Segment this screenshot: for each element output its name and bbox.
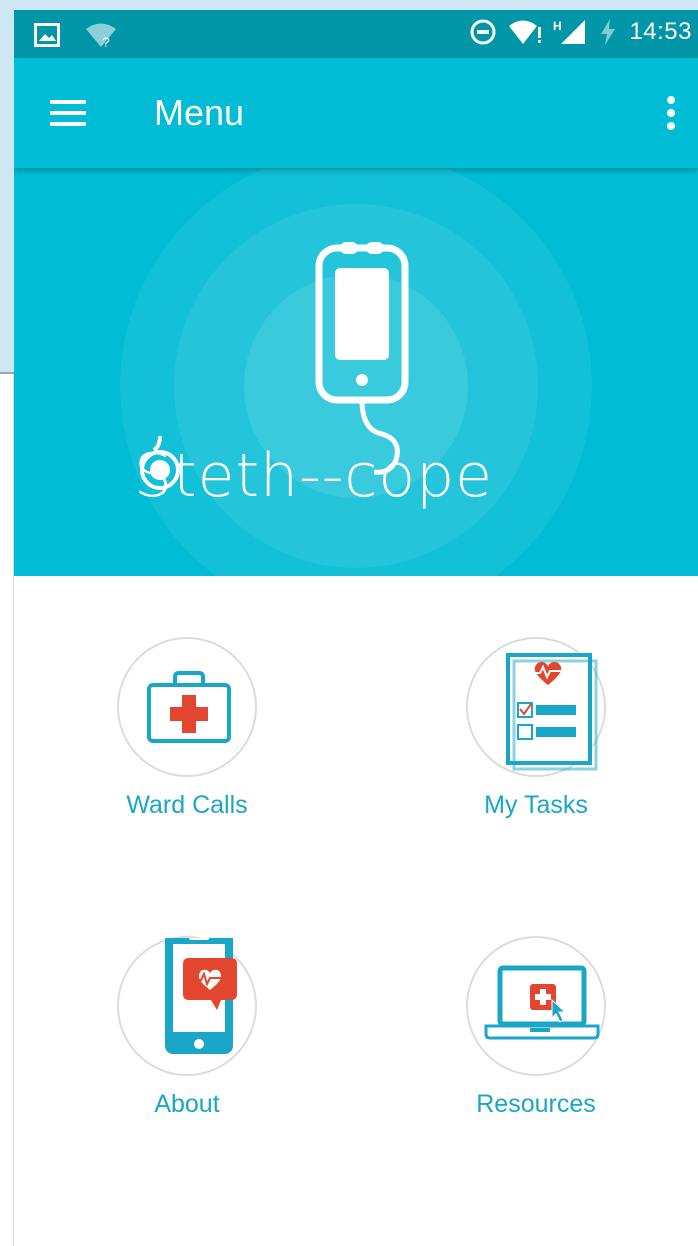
app-window: ? H 14:53 Menu Steth- -cope Ward Calls M… [14, 10, 698, 1246]
app-bar: Menu [14, 58, 698, 168]
page-title: Menu [154, 92, 245, 133]
stethoscope-chestpiece-icon [140, 436, 180, 490]
hero-banner: Steth- -cope [14, 168, 698, 576]
signal-h-icon: H [553, 19, 586, 44]
battery-charging-icon [601, 19, 616, 45]
ward-calls-circle [117, 637, 257, 777]
backdrop-left-panel [0, 374, 14, 1246]
task-checklist-icon [506, 653, 598, 771]
status-time: 14:53 [629, 18, 692, 45]
laptop-medical-icon [484, 965, 600, 1040]
phone-heart-icon [165, 938, 237, 1054]
about-circle [117, 936, 257, 1076]
svg-text:?: ? [102, 34, 110, 48]
ward-calls-label: Ward Calls [126, 791, 248, 819]
overflow-menu-icon[interactable] [666, 96, 676, 130]
my-tasks-circle [466, 637, 606, 777]
my-tasks-button[interactable]: My Tasks [406, 637, 666, 820]
hamburger-menu-icon[interactable] [50, 100, 86, 126]
resources-circle [466, 936, 606, 1076]
logo-text-end: -cope [321, 441, 494, 511]
status-bar: ? H 14:53 [14, 10, 698, 58]
about-button[interactable]: About [57, 936, 317, 1119]
about-label: About [154, 1090, 220, 1118]
ward-calls-button[interactable]: Ward Calls [57, 637, 317, 820]
do-not-disturb-icon [470, 19, 496, 45]
svg-text:H: H [553, 19, 562, 33]
resources-button[interactable]: Resources [406, 936, 666, 1119]
resources-label: Resources [476, 1090, 596, 1118]
first-aid-kit-icon [147, 671, 231, 743]
wifi-unknown-icon: ? [86, 23, 116, 48]
wifi-alert-icon [509, 20, 542, 44]
image-icon [34, 23, 60, 47]
app-logo: Steth- -cope [134, 436, 493, 516]
my-tasks-label: My Tasks [484, 791, 588, 819]
